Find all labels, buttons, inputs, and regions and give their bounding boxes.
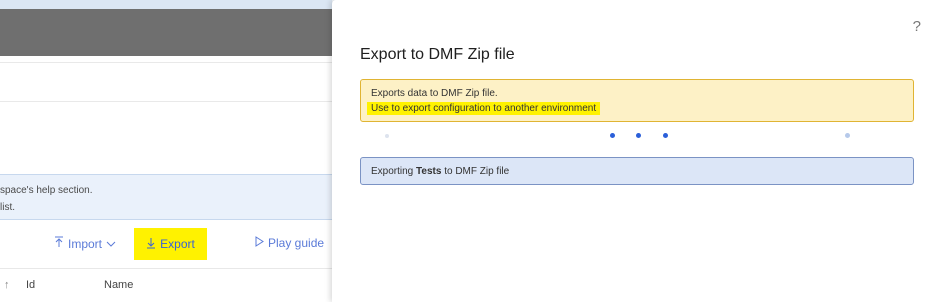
info-banner-line2: list. (0, 202, 15, 213)
message-line1: Exports data to DMF Zip file. (371, 88, 498, 99)
import-button[interactable]: Import (54, 236, 116, 251)
dimmed-header-bar (0, 9, 332, 56)
import-label: Import (68, 236, 103, 251)
chevron-down-icon (106, 237, 116, 251)
play-outline-icon (255, 236, 264, 250)
arrow-down-to-line-icon (146, 237, 156, 252)
progress-dot (845, 133, 850, 138)
play-guide-button[interactable]: Play guide (255, 236, 324, 250)
status-text: Exporting Tests to DMF Zip file (371, 166, 509, 177)
column-id[interactable]: Id (26, 279, 35, 291)
help-icon[interactable]: ? (913, 18, 921, 35)
progress-dot (663, 133, 668, 138)
progress-dot (610, 133, 615, 138)
info-banner-line1: space's help section. (0, 185, 93, 196)
table-header: ↑ Id Name (0, 268, 332, 302)
dialog-title: Export to DMF Zip file (360, 46, 515, 63)
export-button[interactable]: Export (134, 228, 207, 260)
status-suffix: to DMF Zip file (441, 166, 510, 177)
info-banner: space's help section. list. (0, 174, 332, 220)
sort-icon[interactable]: ↑ (4, 279, 10, 291)
warning-message-box: Exports data to DMF Zip file. Use to exp… (360, 79, 914, 122)
play-guide-label: Play guide (268, 236, 325, 250)
status-entity: Tests (416, 166, 442, 177)
column-name[interactable]: Name (104, 279, 133, 291)
status-prefix: Exporting (371, 166, 417, 177)
message-line2: Use to export configuration to another e… (367, 102, 601, 115)
dimmed-row (0, 62, 332, 102)
action-toolbar: Import Export Play guide (0, 220, 332, 268)
progress-dot (385, 134, 389, 138)
arrow-up-to-line-icon (54, 236, 64, 251)
export-label: Export (160, 237, 195, 251)
status-message-box: Exporting Tests to DMF Zip file (360, 157, 914, 185)
export-dialog-panel: ? Export to DMF Zip file Exports data to… (332, 0, 938, 302)
progress-dot (636, 133, 641, 138)
